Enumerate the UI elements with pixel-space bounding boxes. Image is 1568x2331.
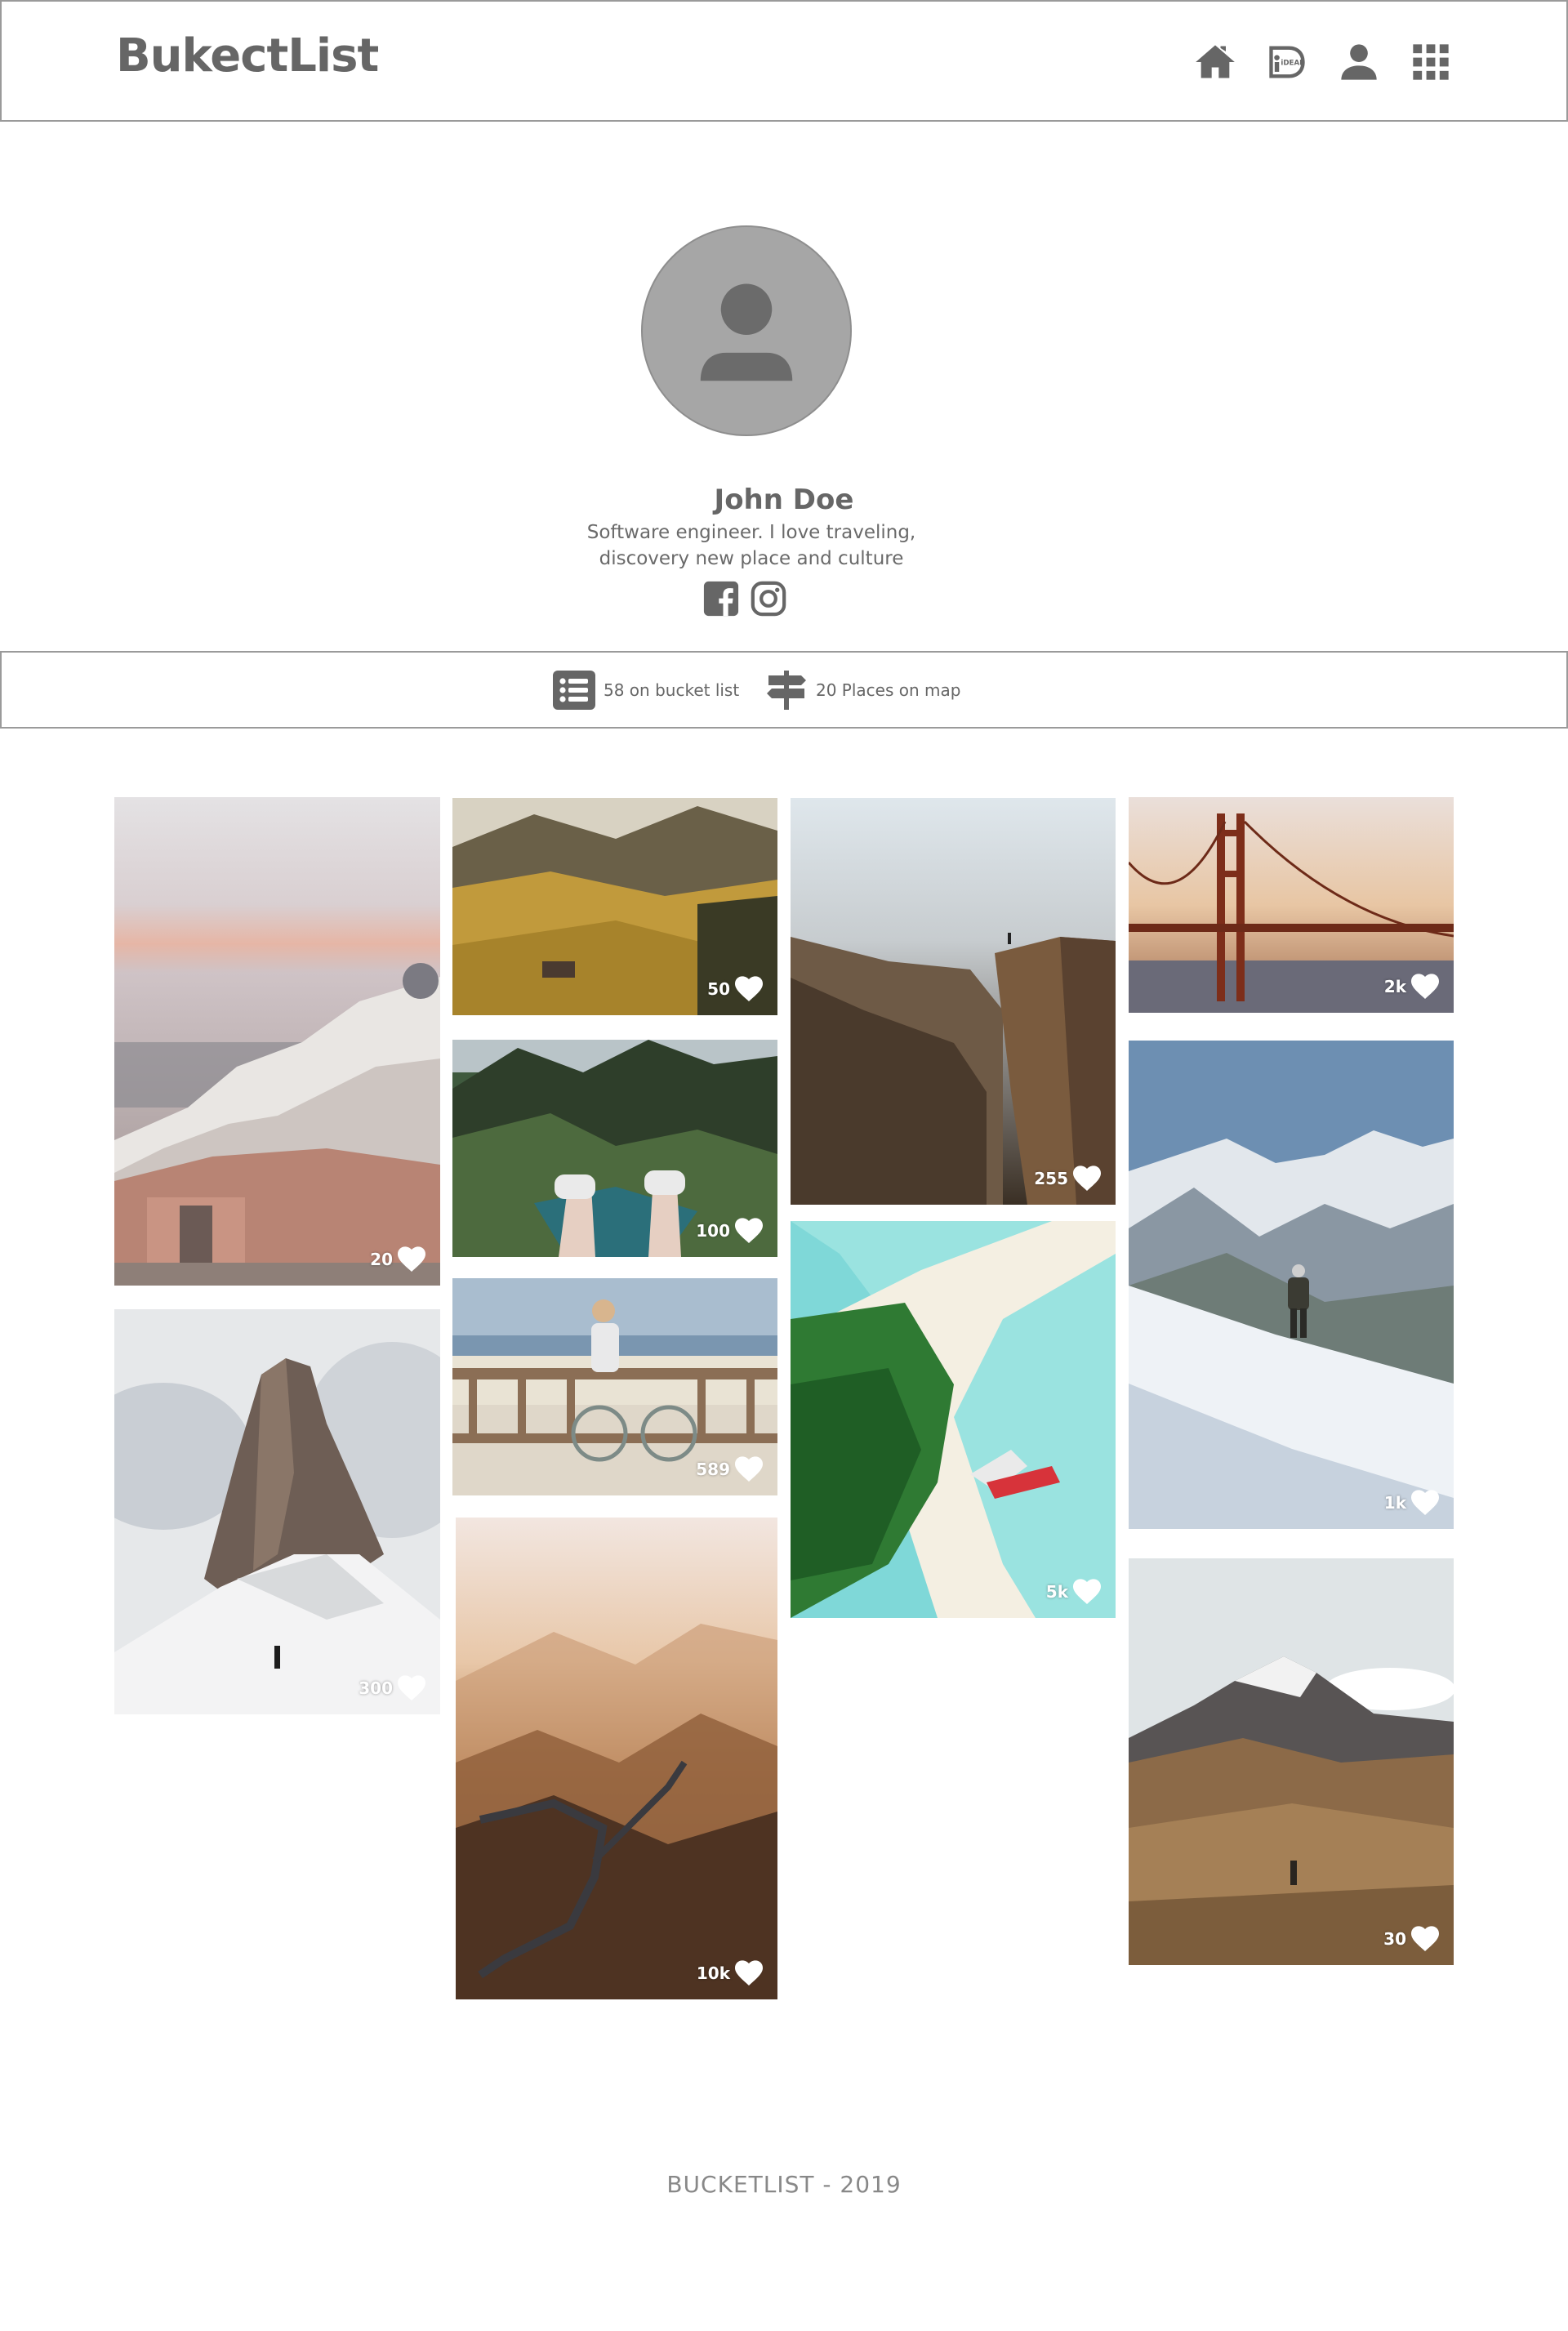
like-count: 10k [697, 1960, 763, 1986]
grid-icon[interactable] [1410, 41, 1452, 83]
places-map-stat[interactable]: 20 Places on map [765, 671, 960, 710]
heart-icon[interactable] [1411, 1926, 1439, 1952]
heart-icon[interactable] [735, 1960, 763, 1986]
gallery-photo-cliff-feet[interactable]: 100 [452, 1040, 777, 1257]
profile-stats-bar: 58 on bucket list 20 Places on map [0, 651, 1568, 729]
gallery-photo-great-wall[interactable]: 10k [456, 1518, 777, 1999]
profile-name: John Doe [714, 484, 854, 516]
heart-icon[interactable] [398, 1675, 425, 1701]
like-count: 2k [1384, 974, 1439, 1000]
facebook-icon[interactable] [702, 580, 740, 617]
gallery-photo-golden-gate[interactable]: 2k [1129, 797, 1454, 1013]
heart-icon[interactable] [1411, 1490, 1439, 1516]
ideal-icon[interactable]: iDEAL [1266, 41, 1308, 83]
gallery-photo-mountain-valley[interactable]: 30 [1129, 1558, 1454, 1965]
like-count: 300 [359, 1675, 425, 1701]
social-links [702, 580, 787, 617]
places-count: 20 Places on map [816, 680, 961, 700]
like-count: 20 [370, 1246, 425, 1272]
gallery-photo-tropical-island[interactable]: 5k [791, 1221, 1116, 1618]
profile-bio: Software engineer. I love traveling, dis… [586, 522, 916, 569]
gallery-photo-santorini[interactable]: 20 [114, 797, 440, 1286]
gallery-photo-alpine-meadow[interactable]: 50 [452, 798, 777, 1015]
gallery-photo-canyon-cliff[interactable]: 255 [791, 798, 1116, 1205]
like-count: 589 [696, 1456, 763, 1482]
gallery-photo-beach-bike[interactable]: 589 [452, 1278, 777, 1495]
signpost-icon [767, 671, 806, 710]
avatar-user-icon [700, 283, 793, 381]
heart-icon[interactable] [1073, 1166, 1101, 1192]
list-icon [553, 671, 595, 710]
like-count: 50 [707, 976, 763, 1002]
gallery-photo-snow-hiker[interactable]: 1k [1129, 1041, 1454, 1529]
top-navbar: BukectList iDEAL [0, 0, 1568, 122]
gallery-photo-snow-peak[interactable]: 300 [114, 1309, 440, 1714]
nav-icons: iDEAL [1194, 41, 1452, 83]
profile-avatar[interactable] [641, 225, 852, 436]
heart-icon[interactable] [1073, 1579, 1101, 1605]
heart-icon[interactable] [735, 976, 763, 1002]
like-count: 1k [1384, 1490, 1439, 1516]
heart-icon[interactable] [398, 1246, 425, 1272]
like-count: 5k [1046, 1579, 1101, 1605]
svg-text:iDEAL: iDEAL [1281, 59, 1304, 67]
bucket-list-stat[interactable]: 58 on bucket list [553, 671, 739, 710]
home-icon[interactable] [1194, 41, 1236, 83]
instagram-icon[interactable] [750, 580, 787, 617]
heart-icon[interactable] [735, 1456, 763, 1482]
app-logo[interactable]: BukectList [116, 29, 379, 82]
heart-icon[interactable] [1411, 974, 1439, 1000]
bucket-list-count: 58 on bucket list [604, 680, 740, 700]
like-count: 255 [1034, 1166, 1101, 1192]
heart-icon[interactable] [735, 1218, 763, 1244]
user-icon[interactable] [1338, 41, 1380, 83]
like-count: 30 [1383, 1926, 1439, 1952]
like-count: 100 [696, 1218, 763, 1244]
footer-text: BUCKETLIST - 2019 [666, 2171, 902, 2198]
